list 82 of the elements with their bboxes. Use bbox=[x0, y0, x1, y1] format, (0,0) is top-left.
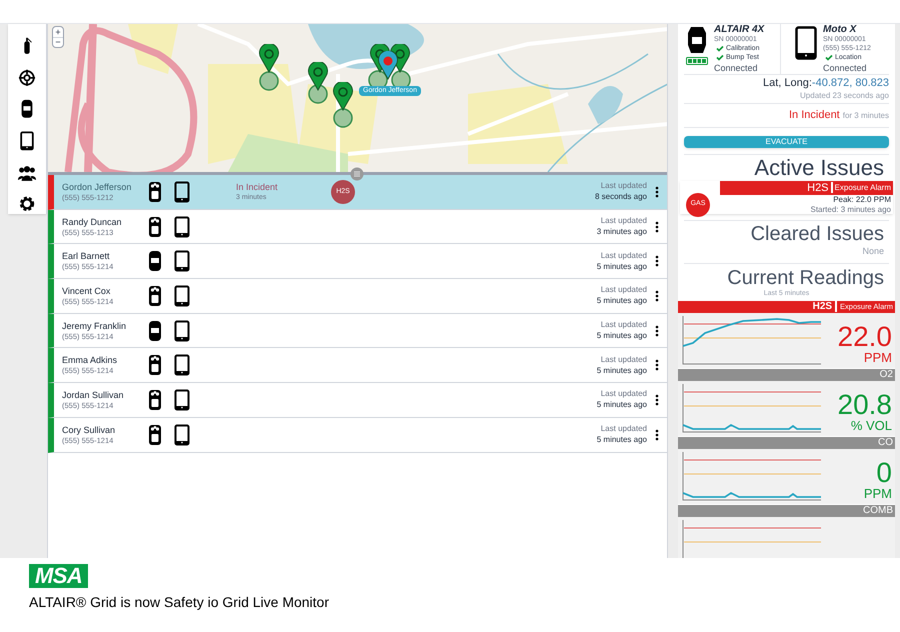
phone-icon bbox=[174, 424, 190, 446]
more-options-icon[interactable] bbox=[655, 255, 659, 268]
worker-name: Gordon Jefferson bbox=[62, 180, 132, 193]
updated-time: 5 minutes ago bbox=[596, 434, 647, 446]
crosshair-icon[interactable] bbox=[17, 68, 37, 88]
worker-name: Jordan Sullivan bbox=[62, 388, 125, 401]
check-icon bbox=[825, 54, 833, 61]
updated-label: Last updated bbox=[600, 354, 647, 365]
empty-state-text: None bbox=[861, 246, 885, 256]
updated-time: 5 minutes ago bbox=[596, 364, 647, 376]
device-model: Moto X bbox=[823, 24, 858, 35]
location-label: Lat, Long: bbox=[762, 77, 812, 90]
location-value: -40.872, 80.823 bbox=[812, 77, 889, 90]
phone-icon bbox=[174, 216, 190, 238]
more-options-icon[interactable] bbox=[655, 324, 659, 337]
location-updated: Updated 23 seconds ago bbox=[800, 90, 889, 101]
peak-reading: Peak: 22.0 PPM bbox=[832, 194, 892, 204]
worker-name: Vincent Cox bbox=[62, 284, 112, 297]
reading-unit: PPM bbox=[864, 488, 892, 500]
updated-time: 5 minutes ago bbox=[596, 260, 647, 272]
section-title: Current Readings bbox=[684, 262, 889, 290]
updated-label: Last updated bbox=[600, 320, 647, 330]
worker-name: Jeremy Franklin bbox=[62, 320, 128, 332]
updated-label: Last updated bbox=[600, 424, 647, 434]
incident-duration: for 3 minutes bbox=[842, 110, 889, 122]
gas-name: COMB bbox=[863, 504, 893, 516]
worker-name: Emma Adkins bbox=[62, 354, 118, 366]
map-pin-icon[interactable] bbox=[378, 51, 398, 81]
phone-icon bbox=[174, 284, 190, 307]
caption: ALTAIR® Grid is now Safety io Grid Live Monitor bbox=[29, 593, 330, 611]
reading-value: 22.0 bbox=[838, 322, 892, 352]
gas-name: H2S bbox=[812, 300, 832, 312]
updated-time: 5 minutes ago bbox=[596, 330, 647, 342]
worker-name: Earl Barnett bbox=[62, 250, 111, 262]
phone-icon bbox=[174, 320, 190, 342]
reading-unit: % VOL bbox=[850, 420, 892, 432]
more-options-icon[interactable] bbox=[655, 428, 659, 441]
map-drawing[interactable] bbox=[48, 24, 667, 172]
more-options-icon[interactable] bbox=[655, 220, 659, 233]
more-options-icon[interactable] bbox=[655, 359, 659, 372]
updated-label: Last updated bbox=[600, 250, 647, 261]
start-time: Started: 3 minutes ago bbox=[810, 204, 892, 214]
location-radius bbox=[333, 108, 353, 128]
more-options-icon[interactable] bbox=[655, 186, 659, 198]
incident-status: In Incident bbox=[788, 108, 840, 123]
map-pin-icon[interactable] bbox=[333, 82, 353, 112]
more-options-icon[interactable] bbox=[655, 290, 659, 302]
phone-icon bbox=[174, 388, 190, 411]
brand-logo: MSA bbox=[29, 564, 88, 588]
updated-time: 5 minutes ago bbox=[596, 399, 647, 410]
connection-status: Connected bbox=[823, 62, 868, 74]
gas-name: CO bbox=[878, 436, 893, 448]
alarm-type: Exposure Alarm bbox=[834, 182, 891, 194]
updated-time: 3 minutes ago bbox=[596, 226, 647, 238]
phone-icon bbox=[174, 354, 190, 376]
map-pin-icon[interactable] bbox=[259, 44, 279, 74]
gas-name: H2S bbox=[807, 182, 829, 194]
worker-name: Cory Sullivan bbox=[62, 424, 116, 436]
reading-value: 0 bbox=[876, 458, 892, 488]
reading-unit: PPM bbox=[864, 352, 892, 364]
updated-label: Last updated bbox=[600, 285, 647, 296]
status-text: In Incident bbox=[236, 180, 279, 193]
updated-label: Last updated bbox=[600, 389, 647, 400]
map-pin-icon[interactable] bbox=[308, 62, 328, 92]
reading-value: 20.8 bbox=[838, 390, 892, 420]
battery-icon bbox=[686, 57, 708, 65]
connection-status: Connected bbox=[714, 62, 759, 74]
more-options-icon[interactable] bbox=[655, 394, 659, 406]
updated-label: Last updated bbox=[600, 216, 647, 226]
worker-name: Randy Duncan bbox=[62, 216, 123, 228]
location-radius bbox=[259, 71, 279, 91]
gas-name: O2 bbox=[880, 368, 893, 380]
zoom-out-button[interactable]: − bbox=[53, 37, 63, 47]
updated-time: 8 seconds ago bbox=[594, 191, 647, 202]
section-title: Cleared Issues bbox=[684, 220, 889, 246]
phone-icon bbox=[174, 250, 190, 272]
device-model: ALTAIR 4X bbox=[714, 24, 764, 35]
phone-icon bbox=[174, 180, 190, 203]
updated-label: Last updated bbox=[600, 181, 647, 192]
pond-shape bbox=[588, 86, 623, 124]
updated-time: 5 minutes ago bbox=[596, 295, 647, 306]
zoom-in-button[interactable]: + bbox=[53, 27, 63, 37]
